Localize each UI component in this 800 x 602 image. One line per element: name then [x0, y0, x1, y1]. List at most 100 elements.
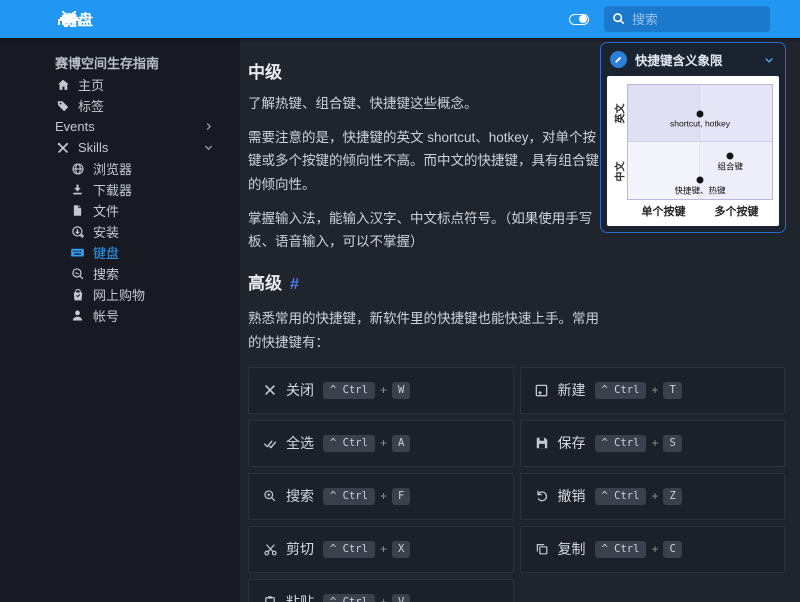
- shortcut-card-select-all: 全选 ^ Ctrl + A: [248, 420, 514, 467]
- quadrant-plot-area: shortcut, hotkey 组合键 快捷键、热键: [627, 84, 773, 200]
- sidebar-item-files[interactable]: 文件: [0, 200, 240, 221]
- kbd-ctrl: ^ Ctrl: [323, 594, 375, 602]
- copy-icon: [534, 541, 550, 557]
- sidebar-item-label: 主页: [78, 75, 214, 94]
- kbd-letter: Z: [663, 488, 681, 505]
- paragraph: 熟悉常用的快捷键，新软件里的快捷键也能快速上手。常用的快捷键有：: [248, 307, 600, 353]
- plus-sign: +: [651, 383, 658, 397]
- sidebar-item-browser[interactable]: 浏览器: [0, 158, 240, 179]
- heading-text: 高级: [248, 274, 282, 293]
- kbd-ctrl: ^ Ctrl: [595, 541, 647, 558]
- shortcut-label: 撤销: [558, 486, 586, 506]
- download-icon: [70, 182, 85, 197]
- paragraph: 了解热键、组合键、快捷键这些概念。: [248, 92, 600, 115]
- kbd-ctrl: ^ Ctrl: [323, 488, 375, 505]
- person-icon: [70, 308, 85, 323]
- sidebar: 赛博空间生存指南 主页 标签 Events Skills 浏览器: [0, 38, 240, 602]
- sidebar-item-install[interactable]: 安装: [0, 221, 240, 242]
- sidebar-item-label: Skills: [78, 140, 203, 155]
- quadrant-panel-header[interactable]: 快捷键含义象限: [601, 43, 785, 76]
- kbd-ctrl: ^ Ctrl: [323, 382, 375, 399]
- x-axis: 单个按键 多个按键: [611, 200, 773, 222]
- sidebar-item-label: 帐号: [93, 306, 214, 325]
- sidebar-item-label: 安装: [93, 222, 214, 241]
- sidebar-item-account[interactable]: 帐号: [0, 305, 240, 326]
- point-label: 组合键: [717, 160, 743, 172]
- kbd-letter: V: [392, 594, 410, 602]
- shortcut-label: 粘贴: [286, 592, 314, 602]
- quadrant-panel-body: 英文 中文 shortcut, hotkey 组合键: [601, 76, 785, 232]
- data-point: shortcut, hotkey: [697, 110, 704, 117]
- shortcut-card-new: 新建 ^ Ctrl + T: [520, 367, 786, 414]
- app-header: 键盘: [0, 0, 800, 38]
- point-dot: [697, 176, 704, 183]
- file-icon: [70, 203, 85, 218]
- page-title: 键盘: [62, 9, 94, 30]
- magnifier-icon: [70, 266, 85, 281]
- app-logo-invader-icon[interactable]: [0, 11, 24, 27]
- quadrant-top-left: [628, 85, 700, 142]
- shortcut-label: 关闭: [286, 380, 314, 400]
- sidebar-item-events[interactable]: Events: [0, 116, 240, 137]
- x-axis-label-right: 多个按键: [700, 203, 773, 219]
- kbd-letter: A: [392, 435, 410, 452]
- kbd-letter: W: [392, 382, 410, 399]
- section-heading-advanced: 高级 #: [248, 269, 785, 294]
- clipboard-icon: [262, 594, 278, 602]
- sidebar-item-label: 网上购物: [93, 285, 214, 304]
- sidebar-item-downloader[interactable]: 下载器: [0, 179, 240, 200]
- plus-sign: +: [380, 436, 387, 450]
- kbd-letter: T: [663, 382, 681, 399]
- paragraph: 需要注意的是，快捷键的英文 shortcut、hotkey，对单个按键或多个按键…: [248, 126, 600, 196]
- shortcut-card-copy: 复制 ^ Ctrl + C: [520, 526, 786, 573]
- search-input[interactable]: [632, 12, 762, 27]
- sidebar-item-keyboard[interactable]: 键盘: [0, 242, 240, 263]
- shortcut-card-undo: 撤销 ^ Ctrl + Z: [520, 473, 786, 520]
- sidebar-item-search[interactable]: 搜索: [0, 263, 240, 284]
- magnifier-plus-icon: [262, 488, 278, 504]
- shopping-bag-icon: [70, 287, 85, 302]
- shortcut-label: 剪切: [286, 539, 314, 559]
- data-point: 组合键: [727, 152, 734, 159]
- sidebar-item-label: Events: [55, 119, 203, 134]
- y-axis-label-bottom: 中文: [612, 161, 627, 181]
- home-icon: [55, 77, 70, 92]
- sidebar-item-home[interactable]: 主页: [0, 74, 240, 95]
- point-dot: [727, 152, 734, 159]
- sidebar-item-skills[interactable]: Skills: [0, 137, 240, 158]
- search-icon: [612, 12, 626, 26]
- kbd-ctrl: ^ Ctrl: [595, 435, 647, 452]
- quadrant-top-right: [700, 85, 772, 142]
- kbd-letter: S: [663, 435, 681, 452]
- sidebar-item-label: 文件: [93, 201, 214, 220]
- site-title: 赛博空间生存指南: [0, 53, 240, 74]
- plus-sign: +: [380, 542, 387, 556]
- sidebar-item-tags[interactable]: 标签: [0, 95, 240, 116]
- search-box[interactable]: [604, 6, 770, 32]
- close-icon: [262, 382, 278, 398]
- sidebar-item-label: 搜索: [93, 264, 214, 283]
- point-dot: [697, 110, 704, 117]
- chevron-down-icon[interactable]: [763, 54, 775, 66]
- x-axis-label-left: 单个按键: [627, 203, 700, 219]
- sidebar-item-label: 浏览器: [93, 159, 214, 178]
- sidebar-item-shopping[interactable]: 网上购物: [0, 284, 240, 305]
- quadrant-chart: 英文 中文 shortcut, hotkey 组合键: [607, 76, 779, 226]
- heading-anchor-link[interactable]: #: [290, 276, 299, 293]
- shortcut-label: 全选: [286, 433, 314, 453]
- shortcut-card-find: 搜索 ^ Ctrl + F: [248, 473, 514, 520]
- data-point: 快捷键、热键: [697, 176, 704, 183]
- kbd-letter: C: [663, 541, 681, 558]
- scissors-icon: [262, 541, 278, 557]
- shortcut-card-cut: 剪切 ^ Ctrl + X: [248, 526, 514, 573]
- y-axis-label-top: 英文: [612, 103, 627, 123]
- install-icon: [70, 224, 85, 239]
- y-axis: 英文 中文: [611, 84, 627, 200]
- sidebar-item-label: 键盘: [93, 243, 214, 262]
- shortcut-grid: 关闭 ^ Ctrl + W 新建 ^ Ctrl + T 全选 ^ Ctrl + …: [248, 367, 785, 602]
- globe-icon: [70, 161, 85, 176]
- point-label: shortcut, hotkey: [670, 118, 730, 128]
- shortcut-label: 保存: [558, 433, 586, 453]
- tools-icon: [55, 140, 70, 155]
- theme-toggle[interactable]: [569, 14, 589, 25]
